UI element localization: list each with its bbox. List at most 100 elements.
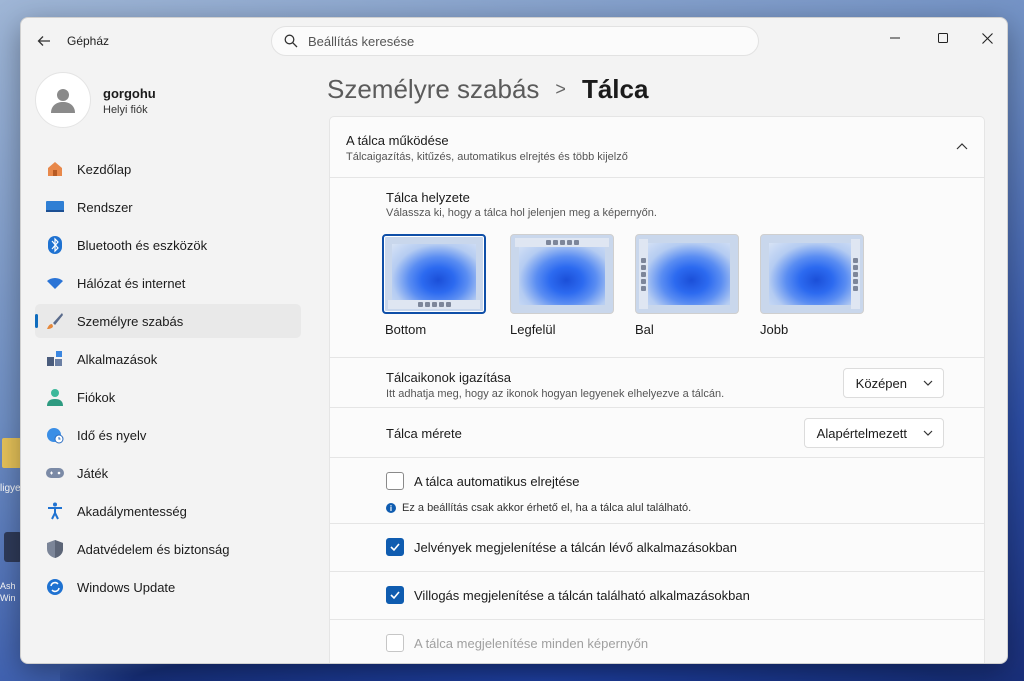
- sidebar-item-home[interactable]: Kezdőlap: [35, 152, 301, 186]
- sidebar-item-privacy-security[interactable]: Adatvédelem és biztonság: [35, 532, 301, 566]
- info-icon: i: [386, 503, 396, 513]
- sidebar-item-accessibility[interactable]: Akadálymentesség: [35, 494, 301, 528]
- sidebar-item-bluetooth[interactable]: Bluetooth és eszközök: [35, 228, 301, 262]
- checkmark-icon: [390, 543, 400, 552]
- chevron-down-icon: [923, 380, 933, 386]
- alignment-dropdown[interactable]: Középen: [842, 368, 944, 398]
- sidebar-item-label: Személyre szabás: [77, 313, 184, 329]
- position-option-top[interactable]: [510, 234, 614, 314]
- position-option-label: Jobb: [760, 322, 789, 337]
- breadcrumb-separator: >: [555, 79, 566, 99]
- user-profile[interactable]: gorgohu Helyi fiók: [35, 72, 305, 132]
- close-button[interactable]: [965, 24, 1007, 52]
- desktop-icon-label: Ash Win: [0, 581, 16, 603]
- wallpaper-preview: [644, 243, 730, 305]
- sidebar: gorgohu Helyi fiók Kezdőlap Rendszer Blu…: [21, 64, 321, 663]
- sidebar-item-label: Windows Update: [77, 579, 176, 595]
- sidebar-item-label: Fiókok: [77, 389, 116, 405]
- alignment-subtitle: Itt adhatja meg, hogy az ikonok hogyan l…: [386, 388, 725, 400]
- app-title: Gépház: [67, 34, 110, 48]
- flashing-label: Villogás megjelenítése a tálcán találhat…: [414, 588, 750, 603]
- autohide-checkbox[interactable]: [386, 472, 404, 490]
- sidebar-item-apps[interactable]: Alkalmazások: [35, 342, 301, 376]
- all-displays-label: A tálca megjelenítése minden képernyőn: [414, 636, 649, 651]
- brush-icon: [45, 311, 65, 331]
- settings-window: Gépház gorgohu Helyi fiók Kezdőlap: [20, 17, 1008, 664]
- sidebar-item-personalization[interactable]: Személyre szabás: [35, 304, 301, 338]
- wifi-icon: [45, 273, 65, 293]
- page-title: Tálca: [581, 74, 649, 104]
- desktop-folder-icon[interactable]: [2, 438, 22, 468]
- wallpaper-preview: [519, 243, 605, 305]
- minimize-button[interactable]: [873, 24, 917, 52]
- avatar: [35, 72, 91, 128]
- sidebar-item-gaming[interactable]: Játék: [35, 456, 301, 490]
- account-type: Helyi fiók: [103, 104, 148, 116]
- section-header[interactable]: A tálca működése Tálcaigazítás, kitűzés,…: [329, 116, 985, 178]
- sidebar-item-label: Adatvédelem és biztonság: [77, 541, 230, 557]
- desktop-icon-label: ligye: [0, 483, 21, 494]
- taskbar-preview: [639, 239, 648, 309]
- taskbar-preview: [851, 239, 860, 309]
- size-title: Tálca mérete: [386, 426, 462, 441]
- main-content: Személyre szabás > Tálca A tálca működés…: [327, 64, 1007, 663]
- sidebar-item-time-language[interactable]: Idő és nyelv: [35, 418, 301, 452]
- sidebar-item-label: Játék: [77, 465, 109, 481]
- position-title: Tálca helyzete: [386, 190, 470, 205]
- alignment-title: Tálcaikonok igazítása: [386, 370, 512, 385]
- taskbar-size-row: Tálca mérete Alapértelmezett: [329, 408, 985, 458]
- position-option-left[interactable]: [635, 234, 739, 314]
- flashing-checkbox[interactable]: [386, 586, 404, 604]
- position-option-label: Bal: [635, 322, 654, 337]
- sidebar-item-windows-update[interactable]: Windows Update: [35, 570, 301, 604]
- sidebar-item-system[interactable]: Rendszer: [35, 190, 301, 224]
- taskbar-position-row: Tálca helyzete Válassza ki, hogy a tálca…: [329, 178, 985, 358]
- apps-icon: [45, 349, 65, 369]
- maximize-icon: [938, 33, 948, 43]
- size-dropdown[interactable]: Alapértelmezett: [803, 418, 944, 448]
- title-bar: Gépház: [21, 18, 1007, 64]
- sidebar-item-label: Alkalmazások: [77, 351, 158, 367]
- position-option-bottom[interactable]: [382, 234, 486, 314]
- search-input[interactable]: [308, 33, 728, 49]
- taskbar-preview: [515, 238, 609, 247]
- update-icon: [45, 577, 65, 597]
- all-displays-checkbox[interactable]: [386, 634, 404, 652]
- taskbar-behaviors-panel: A tálca működése Tálcaigazítás, kitűzés,…: [329, 116, 985, 663]
- badges-label: Jelvények megjelenítése a tálcán lévő al…: [414, 540, 738, 555]
- taskbar-preview: [388, 300, 480, 309]
- all-displays-row: A tálca megjelenítése minden képernyőn: [329, 620, 985, 663]
- search-box[interactable]: [271, 26, 759, 56]
- badges-row: Jelvények megjelenítése a tálcán lévő al…: [329, 524, 985, 572]
- breadcrumb: Személyre szabás > Tálca: [327, 74, 648, 105]
- close-icon: [981, 32, 993, 44]
- section-title: A tálca működése: [346, 133, 449, 148]
- sidebar-item-label: Hálózat és internet: [77, 275, 186, 291]
- sidebar-item-accounts[interactable]: Fiókok: [35, 380, 301, 414]
- dropdown-value: Középen: [855, 375, 907, 391]
- wallpaper-preview: [769, 243, 855, 305]
- position-subtitle: Válassza ki, hogy a tálca hol jelenjen m…: [386, 207, 657, 219]
- shield-icon: [45, 539, 65, 559]
- flashing-row: Villogás megjelenítése a tálcán találhat…: [329, 572, 985, 620]
- info-text: Ez a beállítás csak akkor érhető el, ha …: [402, 502, 692, 514]
- sidebar-item-label: Akadálymentesség: [77, 503, 187, 519]
- back-button[interactable]: [33, 30, 55, 52]
- sidebar-item-label: Idő és nyelv: [77, 427, 147, 443]
- dropdown-value: Alapértelmezett: [816, 425, 907, 441]
- badges-checkbox[interactable]: [386, 538, 404, 556]
- globe-clock-icon: [45, 425, 65, 445]
- search-icon: [284, 34, 298, 48]
- bluetooth-icon: [45, 235, 65, 255]
- sidebar-item-label: Bluetooth és eszközök: [77, 237, 208, 253]
- position-option-right[interactable]: [760, 234, 864, 314]
- sidebar-item-network[interactable]: Hálózat és internet: [35, 266, 301, 300]
- breadcrumb-parent[interactable]: Személyre szabás: [327, 74, 539, 105]
- sidebar-item-label: Rendszer: [77, 199, 133, 215]
- chevron-up-icon[interactable]: [954, 139, 970, 155]
- autohide-row: A tálca automatikus elrejtése i Ez a beá…: [329, 458, 985, 524]
- chevron-down-icon: [923, 430, 933, 436]
- user-icon: [51, 89, 75, 113]
- position-option-label: Legfelül: [510, 322, 556, 337]
- maximize-button[interactable]: [921, 24, 965, 52]
